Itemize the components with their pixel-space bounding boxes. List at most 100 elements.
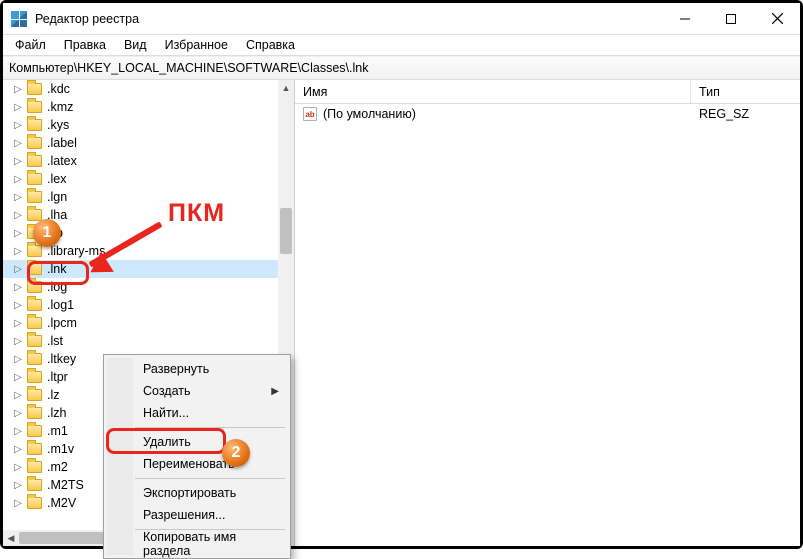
values-pane: Имя Тип ab (По умолчанию) REG_SZ xyxy=(295,80,800,546)
tree-item-label: .lha xyxy=(47,208,67,222)
tree-item-label: .m2 xyxy=(47,460,68,474)
ctx-delete[interactable]: Удалить xyxy=(107,431,287,453)
expander-icon[interactable]: ▷ xyxy=(13,210,23,220)
folder-icon xyxy=(27,317,42,329)
tree-item[interactable]: ▷ .latex xyxy=(3,152,278,170)
ctx-new-label: Создать xyxy=(143,384,191,398)
string-value-icon: ab xyxy=(303,107,317,121)
ctx-permissions[interactable]: Разрешения... xyxy=(107,504,287,526)
expander-icon[interactable]: ▷ xyxy=(13,102,23,112)
folder-icon xyxy=(27,173,42,185)
folder-icon xyxy=(27,425,42,437)
expander-icon[interactable]: ▷ xyxy=(13,480,23,490)
expander-icon[interactable]: ▷ xyxy=(13,498,23,508)
ctx-expand[interactable]: Развернуть xyxy=(107,358,287,380)
tree-item[interactable]: ▷.lst xyxy=(3,332,278,350)
maximize-icon xyxy=(726,14,736,24)
value-name: (По умолчанию) xyxy=(323,107,416,121)
scroll-thumb[interactable] xyxy=(280,208,292,254)
ctx-find[interactable]: Найти... xyxy=(107,402,287,424)
minimize-icon xyxy=(680,14,690,24)
maximize-button[interactable] xyxy=(708,3,754,34)
tree-item[interactable]: ▷.log1 xyxy=(3,296,278,314)
tree-item[interactable]: ▷ .kys xyxy=(3,116,278,134)
folder-icon xyxy=(27,461,42,473)
tree-item-label: .latex xyxy=(47,154,77,168)
folder-icon xyxy=(27,353,42,365)
tree-item[interactable]: ▷.library-ms xyxy=(3,242,278,260)
context-menu: Развернуть Создать ▶ Найти... Удалить Пе… xyxy=(103,354,291,559)
app-icon xyxy=(11,11,27,27)
expander-icon[interactable]: ▷ xyxy=(13,462,23,472)
expander-icon[interactable]: ▷ xyxy=(13,372,23,382)
folder-icon xyxy=(27,389,42,401)
tree-item[interactable]: ▷.kdc xyxy=(3,80,278,98)
expander-icon[interactable]: ▷ xyxy=(13,408,23,418)
menu-help[interactable]: Справка xyxy=(238,36,303,54)
tree-item-label: .ltpr xyxy=(47,370,68,384)
expander-icon[interactable]: ▷ xyxy=(13,336,23,346)
close-button[interactable] xyxy=(754,3,800,34)
ctx-separator xyxy=(135,427,285,428)
expander-icon[interactable]: ▷ xyxy=(13,156,23,166)
expander-icon[interactable]: ▷ xyxy=(13,264,23,274)
tree-item[interactable]: ▷ .lpcm xyxy=(3,314,278,332)
tree-item[interactable]: ▷.lex xyxy=(3,170,278,188)
folder-icon xyxy=(27,299,42,311)
menu-favorites[interactable]: Избранное xyxy=(157,36,236,54)
expander-icon[interactable]: ▷ xyxy=(13,120,23,130)
folder-icon xyxy=(27,497,42,509)
ctx-rename[interactable]: Переименовать xyxy=(107,453,287,475)
value-row[interactable]: ab (По умолчанию) REG_SZ xyxy=(295,104,800,124)
tree-item[interactable]: ▷ .lha xyxy=(3,206,278,224)
expander-icon[interactable]: ▷ xyxy=(13,444,23,454)
ctx-export[interactable]: Экспортировать xyxy=(107,482,287,504)
folder-icon xyxy=(27,263,42,275)
expander-icon[interactable]: ▷ xyxy=(13,318,23,328)
col-header-name[interactable]: Имя xyxy=(295,80,691,103)
tree-item-label: .kys xyxy=(47,118,69,132)
tree-item[interactable]: ▷.label xyxy=(3,134,278,152)
expander-icon[interactable]: ▷ xyxy=(13,138,23,148)
tree-item[interactable]: ▷ .log xyxy=(3,278,278,296)
value-name-cell: ab (По умолчанию) xyxy=(295,107,691,121)
ctx-copykey[interactable]: Копировать имя раздела xyxy=(107,533,287,555)
expander-icon[interactable]: ▷ xyxy=(13,390,23,400)
tree-item-label: .lgn xyxy=(47,190,67,204)
expander-icon[interactable]: ▷ xyxy=(13,228,23,238)
expander-icon[interactable]: ▷ xyxy=(13,282,23,292)
expander-icon[interactable]: ▷ xyxy=(13,300,23,310)
tree-item-label: .ltkey xyxy=(47,352,76,366)
col-header-type[interactable]: Тип xyxy=(691,80,800,103)
ctx-new[interactable]: Создать ▶ xyxy=(107,380,287,402)
menu-file[interactable]: Файл xyxy=(7,36,54,54)
scroll-up-icon[interactable]: ▲ xyxy=(278,80,294,96)
value-type-cell: REG_SZ xyxy=(691,107,800,121)
tree-item-label: .m1 xyxy=(47,424,68,438)
scroll-left-icon[interactable]: ◀ xyxy=(3,530,19,546)
ctx-separator xyxy=(135,478,285,479)
content-area: ▷.kdc▷.kmz▷.kys▷.label▷.latex▷.lex▷.lgn▷… xyxy=(3,80,800,546)
expander-icon[interactable]: ▷ xyxy=(13,246,23,256)
menubar: Файл Правка Вид Избранное Справка xyxy=(3,35,800,56)
folder-icon xyxy=(27,83,42,95)
menu-edit[interactable]: Правка xyxy=(56,36,114,54)
folder-icon xyxy=(27,281,42,293)
expander-icon[interactable]: ▷ xyxy=(13,84,23,94)
expander-icon[interactable]: ▷ xyxy=(13,426,23,436)
tree-item-label: .M2V xyxy=(47,496,76,510)
tree-item-label: .lpcm xyxy=(47,316,77,330)
expander-icon[interactable]: ▷ xyxy=(13,192,23,202)
expander-icon[interactable]: ▷ xyxy=(13,174,23,184)
address-bar[interactable]: Компьютер\HKEY_LOCAL_MACHINE\SOFTWARE\Cl… xyxy=(3,56,800,80)
tree-item-label: .log xyxy=(47,280,67,294)
tree-item[interactable]: ▷.lnk xyxy=(3,260,278,278)
tree-item[interactable]: ▷ .lgn xyxy=(3,188,278,206)
regedit-window: Редактор реестра Файл Правка Вид Избранн… xyxy=(0,0,803,549)
expander-icon[interactable]: ▷ xyxy=(13,354,23,364)
menu-view[interactable]: Вид xyxy=(116,36,155,54)
values-header: Имя Тип xyxy=(295,80,800,104)
tree-item[interactable]: ▷.kmz xyxy=(3,98,278,116)
minimize-button[interactable] xyxy=(662,3,708,34)
tree-item[interactable]: ▷.lib xyxy=(3,224,278,242)
